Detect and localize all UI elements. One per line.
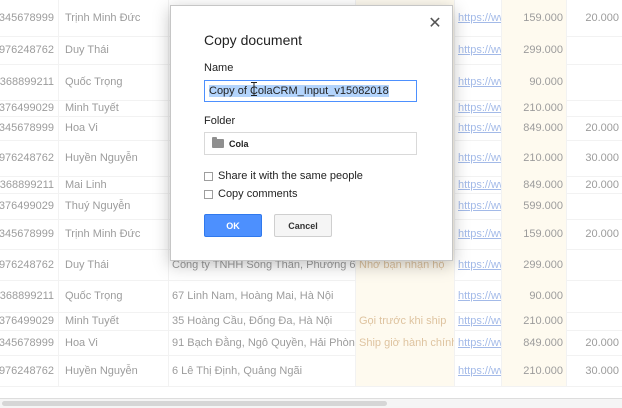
- text-cursor-icon: [251, 82, 257, 96]
- folder-name: Cola: [229, 138, 249, 149]
- ok-button[interactable]: OK: [204, 214, 262, 237]
- close-icon[interactable]: ✕: [427, 15, 443, 32]
- copy-comments-checkbox-row[interactable]: Copy comments: [204, 188, 297, 200]
- copy-comments-checkbox[interactable]: [204, 189, 213, 199]
- share-checkbox-row[interactable]: Share it with the same people: [204, 170, 363, 182]
- name-label: Name: [204, 62, 234, 74]
- name-input[interactable]: Copy of ColaCRM_Input_v15082018: [204, 80, 417, 102]
- folder-picker[interactable]: Cola: [204, 132, 417, 155]
- share-checkbox[interactable]: [204, 171, 213, 181]
- cancel-button[interactable]: Cancel: [274, 214, 332, 237]
- copy-comments-label: Copy comments: [218, 188, 298, 200]
- scrollbar-thumb[interactable]: [2, 401, 387, 406]
- folder-label: Folder: [204, 115, 236, 127]
- share-label: Share it with the same people: [218, 170, 363, 182]
- dialog-title: Copy document: [204, 32, 303, 48]
- name-input-value: Copy of ColaCRM_Input_v15082018: [209, 85, 389, 97]
- folder-icon: [212, 137, 224, 148]
- copy-document-dialog: Copy document ✕ Name Copy of ColaCRM_Inp…: [170, 5, 453, 261]
